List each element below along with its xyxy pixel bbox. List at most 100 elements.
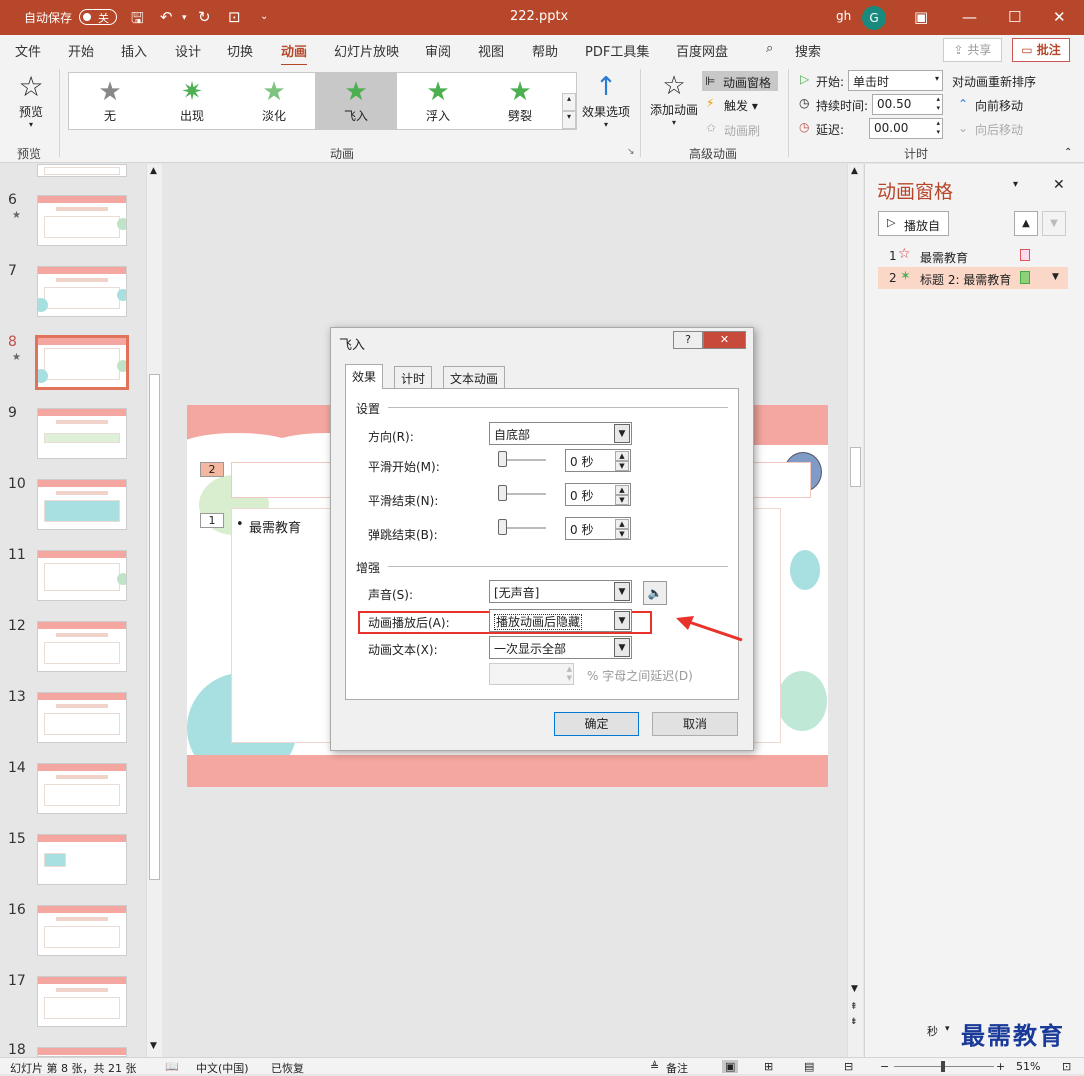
close-button[interactable]: ✕ bbox=[1053, 8, 1066, 26]
slide-thumbnail-7[interactable] bbox=[37, 266, 127, 317]
present-icon[interactable]: ⊡ bbox=[228, 8, 241, 26]
start-select[interactable]: 单击时 ▾ bbox=[848, 70, 943, 91]
gallery-more-icon[interactable]: ▾ bbox=[562, 111, 576, 129]
customize-qa-icon[interactable]: ⌄ bbox=[260, 11, 268, 22]
tab-design[interactable]: 设计 bbox=[175, 41, 201, 60]
tab-review[interactable]: 审阅 bbox=[425, 41, 451, 60]
scroll-down-icon[interactable]: ▼ bbox=[150, 1041, 157, 1051]
reading-view-icon[interactable]: ▤ bbox=[804, 1060, 814, 1073]
prev-slide-icon[interactable]: ⇞ bbox=[850, 1002, 858, 1012]
minimize-button[interactable]: — bbox=[962, 8, 977, 26]
add-animation-button[interactable]: ☆ 添加动画 ▾ bbox=[648, 71, 700, 127]
zoom-slider-knob[interactable] bbox=[941, 1061, 945, 1072]
scrollbar-thumb[interactable] bbox=[850, 447, 861, 487]
tab-effect[interactable]: 效果 bbox=[345, 364, 384, 389]
thumbnails-scrollbar[interactable]: ▲ ▼ bbox=[146, 164, 162, 1057]
move-earlier-button[interactable]: 向前移动 bbox=[975, 97, 1023, 114]
tab-animations[interactable]: 动画 bbox=[281, 41, 308, 67]
effect-fade[interactable]: ★ 淡化 bbox=[233, 73, 315, 130]
effect-fly-in[interactable]: ★ 飞入 bbox=[315, 73, 397, 130]
delay-input[interactable]: 00.00 ▴ ▾ bbox=[869, 118, 943, 139]
bounce-end-input[interactable]: 0 秒 ▲ ▼ bbox=[565, 517, 631, 540]
slide-thumbnail-8[interactable] bbox=[35, 335, 129, 390]
collapse-ribbon-icon[interactable]: ⌃ bbox=[1064, 147, 1072, 158]
autosave-toggle[interactable]: 关 bbox=[79, 9, 117, 25]
move-up-icon[interactable]: ▲ bbox=[1014, 211, 1038, 236]
dialog-close-button[interactable]: ✕ bbox=[703, 331, 746, 349]
slide-thumbnail-11[interactable] bbox=[37, 550, 127, 601]
slide-thumbnail-12[interactable] bbox=[37, 621, 127, 672]
tab-pdf[interactable]: PDF工具集 bbox=[585, 41, 649, 60]
tab-slideshow[interactable]: 幻灯片放映 bbox=[334, 41, 399, 60]
maximize-button[interactable]: ☐ bbox=[1008, 8, 1021, 26]
help-button[interactable]: ? bbox=[673, 331, 703, 349]
effect-float-in[interactable]: ★ 浮入 bbox=[397, 73, 479, 130]
after-animation-select[interactable]: 播放动画后隐藏 ▼ bbox=[489, 609, 632, 632]
smooth-start-slider[interactable] bbox=[498, 451, 507, 467]
tab-view[interactable]: 视图 bbox=[478, 41, 504, 60]
tab-insert[interactable]: 插入 bbox=[121, 41, 147, 60]
slide-thumbnail-6[interactable] bbox=[37, 195, 127, 246]
animation-painter-button[interactable]: 动画刷 bbox=[724, 122, 760, 139]
avatar[interactable]: G bbox=[862, 6, 886, 30]
tab-transitions[interactable]: 切换 bbox=[227, 41, 253, 60]
zoom-out-icon[interactable]: − bbox=[880, 1060, 889, 1073]
animate-text-select[interactable]: 一次显示全部 ▼ bbox=[489, 636, 632, 659]
effect-none[interactable]: ★ 无 bbox=[69, 73, 151, 130]
search-icon[interactable]: ⌕ bbox=[766, 41, 773, 56]
tab-help[interactable]: 帮助 bbox=[532, 41, 558, 60]
animation-list-item-selected[interactable]: 2 ✶ 标题 2: 最需教育 ▼ bbox=[878, 267, 1068, 289]
slide-sorter-icon[interactable]: ⊞ bbox=[764, 1060, 773, 1073]
animation-pane-button[interactable]: ⊫ 动画窗格 bbox=[702, 71, 778, 91]
animation-tag-2[interactable]: 2 bbox=[200, 462, 224, 477]
speaker-icon[interactable]: 🔈 bbox=[643, 581, 667, 605]
save-icon[interactable]: 🖫 bbox=[131, 8, 144, 33]
slide-thumbnail-16[interactable] bbox=[37, 905, 127, 956]
share-button[interactable]: ⇪ 共享 bbox=[943, 38, 1002, 62]
tab-baidu[interactable]: 百度网盘 bbox=[676, 41, 728, 60]
play-from-button[interactable]: ▷ 播放自 bbox=[878, 211, 949, 236]
scroll-down-icon[interactable]: ▼ bbox=[851, 984, 858, 994]
slideshow-icon[interactable]: ⊟ bbox=[844, 1060, 853, 1073]
seconds-dropdown-icon[interactable]: ▾ bbox=[945, 1024, 950, 1034]
tab-home[interactable]: 开始 bbox=[68, 41, 94, 60]
pane-close-icon[interactable]: ✕ bbox=[1053, 177, 1065, 193]
redo-icon[interactable]: ↻ bbox=[198, 8, 211, 26]
effect-appear[interactable]: ✷ 出现 bbox=[151, 73, 233, 130]
notes-icon[interactable]: ≜ bbox=[650, 1060, 659, 1073]
sound-select[interactable]: [无声音] ▼ bbox=[489, 580, 632, 603]
undo-icon[interactable]: ↶ bbox=[160, 8, 173, 26]
bounce-end-slider[interactable] bbox=[498, 519, 507, 535]
cancel-button[interactable]: 取消 bbox=[652, 712, 738, 736]
pane-options-icon[interactable]: ▾ bbox=[1013, 179, 1018, 190]
trigger-button[interactable]: 触发 ▾ bbox=[724, 97, 758, 114]
animation-tag-1[interactable]: 1 bbox=[200, 513, 224, 528]
comment-button[interactable]: ▭ 批注 bbox=[1012, 38, 1070, 62]
fit-slide-icon[interactable]: ⊡ bbox=[1062, 1060, 1071, 1073]
effect-split[interactable]: ★ 劈裂 bbox=[479, 73, 561, 130]
scrollbar-thumb[interactable] bbox=[149, 374, 160, 880]
preview-button[interactable]: ☆ 预览 ▾ bbox=[14, 71, 48, 130]
effect-options-button[interactable]: ↑ 效果选项 ▾ bbox=[580, 71, 632, 129]
smooth-end-slider[interactable] bbox=[498, 485, 507, 501]
slide-thumbnail-15[interactable] bbox=[37, 834, 127, 885]
ribbon-display-icon[interactable]: ▣ bbox=[914, 8, 928, 26]
item-dropdown-icon[interactable]: ▼ bbox=[1052, 272, 1059, 282]
move-down-icon[interactable]: ▼ bbox=[1042, 211, 1066, 236]
undo-dropdown-icon[interactable]: ▾ bbox=[182, 13, 187, 23]
tab-timing[interactable]: 计时 bbox=[394, 366, 433, 388]
scroll-up-icon[interactable]: ▲ bbox=[150, 166, 157, 176]
slide-thumbnail-10[interactable] bbox=[37, 479, 127, 530]
tab-text-animation[interactable]: 文本动画 bbox=[443, 366, 506, 388]
zoom-in-icon[interactable]: + bbox=[996, 1060, 1005, 1073]
next-slide-icon[interactable]: ⇟ bbox=[850, 1017, 858, 1027]
dialog-launcher-icon[interactable]: ↘ bbox=[627, 147, 635, 157]
animation-list-item[interactable]: 1 ☆ 最需教育 bbox=[878, 245, 1068, 266]
tab-file[interactable]: 文件 bbox=[15, 41, 41, 60]
gallery-scroll-up-icon[interactable]: ▴ bbox=[562, 93, 576, 111]
slide-thumbnail-9[interactable] bbox=[37, 408, 127, 459]
slide-thumbnail-17[interactable] bbox=[37, 976, 127, 1027]
spellcheck-icon[interactable]: 📖 bbox=[165, 1060, 179, 1073]
move-later-button[interactable]: 向后移动 bbox=[975, 121, 1023, 138]
slide-thumbnail-18[interactable] bbox=[37, 1047, 127, 1057]
